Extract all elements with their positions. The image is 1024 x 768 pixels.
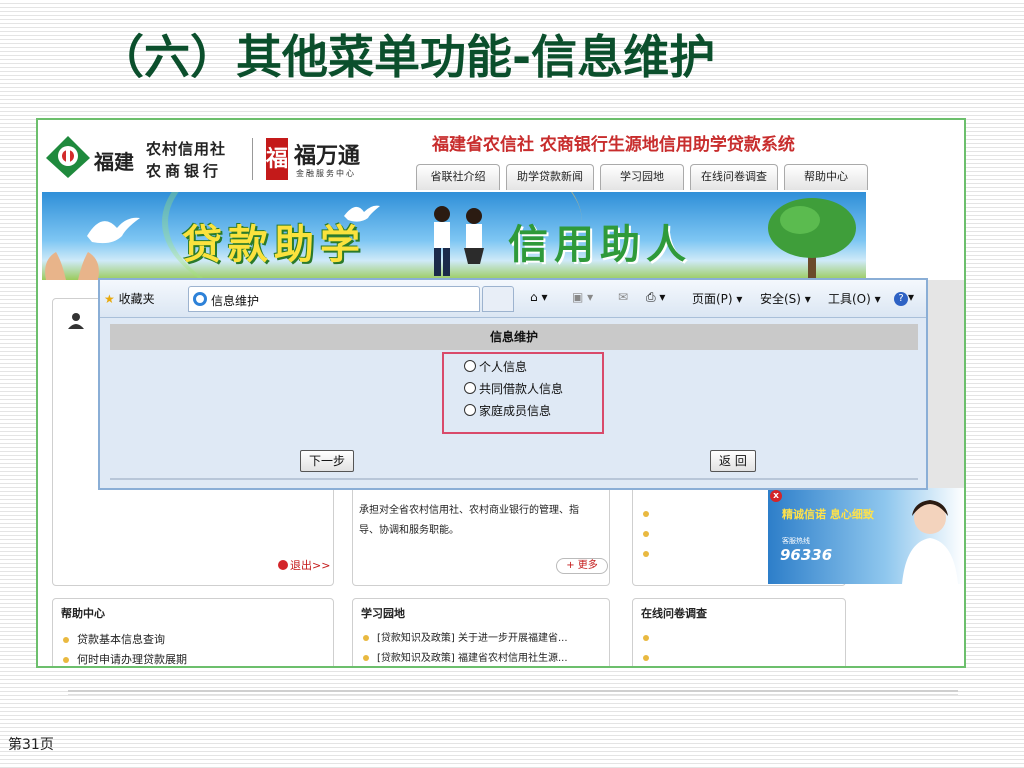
form-bottom-border <box>110 478 918 480</box>
page-number: 第31页 <box>8 737 54 753</box>
safety-menu[interactable]: 安全(S) ▾ <box>760 290 811 307</box>
help-icon: ? <box>894 292 908 306</box>
help-button[interactable]: ? ▾ <box>894 290 914 306</box>
close-icon[interactable]: x <box>770 490 782 502</box>
help-panel: 帮助中心 贷款基本信息查询 何时申请办理贷款展期 <box>52 598 334 666</box>
print-button[interactable]: ⎙ ▾ <box>646 290 665 305</box>
study-item[interactable]: [贷款知识及政策] 福建省农村信用社生源... <box>363 649 568 664</box>
site-nav: 省联社介绍 助学贷款新闻 学习园地 在线问卷调查 帮助中心 <box>416 164 868 190</box>
hotline-label: 客服热线 <box>782 537 810 545</box>
bank-logo-icon <box>46 136 90 178</box>
options-highlight: 个人信息 共同借款人信息 家庭成员信息 <box>442 352 604 434</box>
option-family-member-info[interactable]: 家庭成员信息 <box>464 402 551 419</box>
more-button[interactable]: + 更多 <box>556 558 608 574</box>
rss-icon: ▣ <box>572 290 584 304</box>
tab-title: 信息维护 <box>211 294 260 308</box>
feeds-button[interactable]: ▣ ▾ <box>572 290 593 304</box>
nav-tab-survey[interactable]: 在线问卷调查 <box>690 164 778 190</box>
home-icon: ⌂ <box>530 290 538 304</box>
favorites-button[interactable]: ★ 收藏夹 <box>104 290 155 307</box>
survey-title: 在线问卷调查 <box>641 607 707 620</box>
bullet-icon <box>63 637 69 643</box>
site-header: 福建 农村信用社 农商银行 福 福万通 金融服务中心 福建省农信社 农商银行生源… <box>38 120 868 192</box>
bullet-icon <box>363 635 369 641</box>
nav-tab-study[interactable]: 学习园地 <box>600 164 684 190</box>
banner-slogan-left: 贷款助学 <box>182 222 366 268</box>
service-agent-icon <box>902 500 958 584</box>
brand-bank-line2: 农商银行 <box>146 162 223 180</box>
nav-tab-help[interactable]: 帮助中心 <box>784 164 868 190</box>
news-text-line2: 导、协调和服务职能。 <box>359 525 459 536</box>
tree-icon <box>768 198 856 280</box>
bullet-icon <box>643 551 649 557</box>
nav-tab-intro[interactable]: 省联社介绍 <box>416 164 500 190</box>
hands-icon <box>45 252 99 280</box>
brand-region: 福建 <box>94 150 134 174</box>
students-icon <box>434 206 484 276</box>
bullet-icon <box>363 655 369 661</box>
radio-button[interactable] <box>464 360 476 372</box>
radio-button[interactable] <box>464 382 476 394</box>
browser-toolbar: ★ 收藏夹 信息维护 ⌂ ▾ ▣ ▾ ✉ ⎙ ▾ 页面(P) ▾ 安全(S) ▾… <box>100 280 926 318</box>
help-title: 帮助中心 <box>61 607 105 620</box>
study-title: 学习园地 <box>361 607 405 620</box>
option-personal-info[interactable]: 个人信息 <box>464 358 527 375</box>
page-menu[interactable]: 页面(P) ▾ <box>692 290 742 307</box>
bullet-icon <box>643 655 649 661</box>
bullet-icon <box>63 657 69 663</box>
star-icon: ★ <box>104 292 115 306</box>
tools-menu[interactable]: 工具(O) ▾ <box>828 290 881 307</box>
next-step-button[interactable]: 下一步 <box>300 450 355 472</box>
bullet-icon <box>643 635 649 641</box>
browser-content: 信息维护 个人信息 共同借款人信息 家庭成员信息 下一步 返 回 <box>100 318 926 488</box>
hotline-number: 96336 <box>780 546 833 564</box>
user-avatar-icon <box>68 313 84 329</box>
mail-icon: ✉ <box>618 290 629 304</box>
form-header: 信息维护 <box>110 324 918 350</box>
system-screenshot: 福建 农村信用社 农商银行 福 福万通 金融服务中心 福建省农信社 农商银行生源… <box>36 118 966 668</box>
browser-popup-window: ★ 收藏夹 信息维护 ⌂ ▾ ▣ ▾ ✉ ⎙ ▾ 页面(P) ▾ 安全(S) ▾… <box>98 278 928 490</box>
help-item[interactable]: 何时申请办理贷款展期 <box>63 651 187 666</box>
ie-icon <box>193 292 207 306</box>
study-panel: 学习园地 [贷款知识及政策] 关于进一步开展福建省... [贷款知识及政策] 福… <box>352 598 610 666</box>
hotline-slogan: 精诚信诺 息心细致 <box>782 508 874 521</box>
printer-icon: ⎙ <box>646 290 656 304</box>
brand-bank-line1: 农村信用社 <box>146 140 227 158</box>
site-banner: 贷款助学 信用助人 <box>42 192 866 280</box>
survey-panel: 在线问卷调查 <box>632 598 846 666</box>
new-tab-button[interactable] <box>482 286 514 312</box>
study-item[interactable]: [贷款知识及政策] 关于进一步开展福建省... <box>363 629 568 644</box>
logo-separator <box>252 138 253 180</box>
slide-title: （六）其他菜单功能-信息维护 <box>98 30 716 84</box>
browser-tab[interactable]: 信息维护 <box>188 286 480 312</box>
system-title: 福建省农信社 农商银行生源地信用助学贷款系统 <box>432 135 795 155</box>
help-item[interactable]: 贷款基本信息查询 <box>63 631 165 647</box>
home-button[interactable]: ⌂ ▾ <box>530 290 547 304</box>
logout-icon <box>278 560 288 570</box>
back-button[interactable]: 返 回 <box>710 450 756 472</box>
bullet-icon <box>643 531 649 537</box>
footer-divider-thin <box>68 694 958 695</box>
brand2-name: 福万通 <box>294 143 361 169</box>
footer-divider <box>68 690 958 692</box>
radio-button[interactable] <box>464 404 476 416</box>
fuwantong-logo-icon: 福 <box>266 138 288 180</box>
hotline-banner[interactable]: 精诚信诺 息心细致 客服热线 96336 <box>768 488 964 584</box>
news-text-line1: 承担对全省农村信用社、农村商业银行的管理、指 <box>359 505 579 516</box>
logout-link[interactable]: 退出>> <box>278 557 330 573</box>
option-co-borrower-info[interactable]: 共同借款人信息 <box>464 380 563 397</box>
banner-slogan-right: 信用助人 <box>508 222 692 268</box>
mail-button[interactable]: ✉ <box>618 290 628 304</box>
brand2-sub: 金融服务中心 <box>296 169 356 178</box>
bullet-icon <box>643 511 649 517</box>
nav-tab-news[interactable]: 助学贷款新闻 <box>506 164 594 190</box>
